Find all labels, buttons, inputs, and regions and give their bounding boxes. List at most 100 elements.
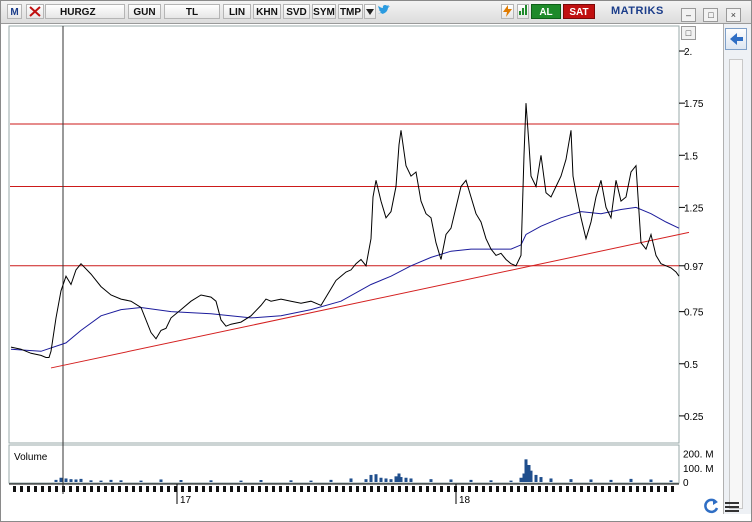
volume-bar xyxy=(539,477,543,482)
menu-icon[interactable] xyxy=(723,500,741,514)
buy-button[interactable]: AL xyxy=(531,4,561,19)
date-mark xyxy=(111,486,114,492)
volume-bar xyxy=(159,479,163,482)
date-mark xyxy=(671,486,674,492)
brand-logo: MATRIKS xyxy=(611,5,664,17)
close-symbol-button[interactable] xyxy=(26,4,44,19)
sym-button[interactable]: SYM xyxy=(312,4,336,19)
volume-bar xyxy=(429,479,433,482)
volume-bar xyxy=(399,477,403,482)
date-mark xyxy=(496,486,499,492)
date-strip xyxy=(13,486,674,492)
tmp-button[interactable]: TMP xyxy=(338,4,363,19)
date-mark xyxy=(202,486,205,492)
date-mark xyxy=(139,486,142,492)
volume-bar xyxy=(394,476,398,482)
volume-bar xyxy=(404,477,408,482)
date-mark xyxy=(643,486,646,492)
y-tick-label: 0.25 xyxy=(684,412,704,423)
lightning-icon xyxy=(503,5,512,17)
date-mark xyxy=(370,486,373,492)
volume-bar xyxy=(569,479,573,482)
volume-bar xyxy=(389,479,393,482)
date-mark xyxy=(34,486,37,492)
volume-bar xyxy=(524,459,528,482)
currency-button[interactable]: TL xyxy=(164,4,220,19)
x-tick-label: 17 xyxy=(180,495,192,506)
date-mark xyxy=(384,486,387,492)
volume-bar xyxy=(109,479,113,482)
close-window-button[interactable]: × xyxy=(725,8,741,22)
volume-bar xyxy=(549,478,553,482)
date-mark xyxy=(349,486,352,492)
volume-bar xyxy=(119,480,123,482)
signal-button[interactable] xyxy=(517,4,529,19)
logo-button[interactable]: M xyxy=(7,4,22,19)
date-mark xyxy=(510,486,513,492)
signal-icon xyxy=(518,5,527,15)
date-mark xyxy=(195,486,198,492)
khn-button[interactable]: KHN xyxy=(253,4,281,19)
volume-bar xyxy=(309,480,313,482)
date-mark xyxy=(69,486,72,492)
date-mark xyxy=(251,486,254,492)
date-mark xyxy=(328,486,331,492)
volume-bar xyxy=(529,470,533,482)
volume-bar xyxy=(349,478,353,482)
date-mark xyxy=(223,486,226,492)
volume-area xyxy=(8,444,680,484)
date-mark xyxy=(55,486,58,492)
x-tick-label: 18 xyxy=(459,495,471,506)
date-mark xyxy=(321,486,324,492)
date-mark xyxy=(594,486,597,492)
date-mark xyxy=(503,486,506,492)
date-mark xyxy=(636,486,639,492)
date-mark xyxy=(412,486,415,492)
volume-bar xyxy=(209,480,213,482)
refresh-icon[interactable] xyxy=(701,496,721,516)
date-mark xyxy=(132,486,135,492)
volume-bar xyxy=(519,477,523,482)
vertical-scrollbar[interactable] xyxy=(729,59,743,509)
volume-bar xyxy=(369,474,373,482)
volume-bar xyxy=(329,479,333,482)
price-chart: 2. 1.75 1.5 1.25 0.97 0.75 0.5 0.25 200. M 100. … xyxy=(8,25,714,506)
date-mark xyxy=(244,486,247,492)
period-button[interactable]: GUN xyxy=(128,4,161,19)
date-mark xyxy=(538,486,541,492)
minimize-button[interactable]: – xyxy=(681,8,696,22)
dropdown-button[interactable] xyxy=(364,4,376,19)
y-tick-label: 0.5 xyxy=(684,360,698,371)
date-mark xyxy=(615,486,618,492)
date-mark xyxy=(146,486,149,492)
volume-bar xyxy=(384,478,388,482)
close-x-icon xyxy=(29,6,41,17)
date-mark xyxy=(286,486,289,492)
symbol-field[interactable]: HURGZ xyxy=(45,4,125,19)
date-mark xyxy=(559,486,562,492)
date-mark xyxy=(307,486,310,492)
chart-window: M HURGZ GUN TL LIN KHN SVD SYM TMP AL SA… xyxy=(0,0,752,522)
y-tick-label: 0.97 xyxy=(684,262,704,273)
volume-bar xyxy=(74,479,78,482)
collapse-panel-button[interactable] xyxy=(725,28,747,50)
maximize-button[interactable]: □ xyxy=(703,8,719,22)
alert-button[interactable] xyxy=(501,4,514,19)
sell-button[interactable]: SAT xyxy=(563,4,595,19)
y-tick-label: 0.75 xyxy=(684,308,704,319)
chevron-down-icon xyxy=(366,9,374,15)
volume-bar xyxy=(509,480,513,482)
scale-button[interactable]: LIN xyxy=(223,4,251,19)
arrow-left-icon xyxy=(730,33,743,45)
date-mark xyxy=(48,486,51,492)
volume-bar xyxy=(374,474,378,482)
twitter-button[interactable] xyxy=(377,4,391,19)
date-mark xyxy=(160,486,163,492)
date-mark xyxy=(377,486,380,492)
date-mark xyxy=(468,486,471,492)
volume-bar xyxy=(99,480,103,482)
volume-label: Volume xyxy=(14,452,48,463)
volume-bar xyxy=(64,478,68,482)
volume-bar xyxy=(629,478,633,482)
svd-button[interactable]: SVD xyxy=(283,4,310,19)
